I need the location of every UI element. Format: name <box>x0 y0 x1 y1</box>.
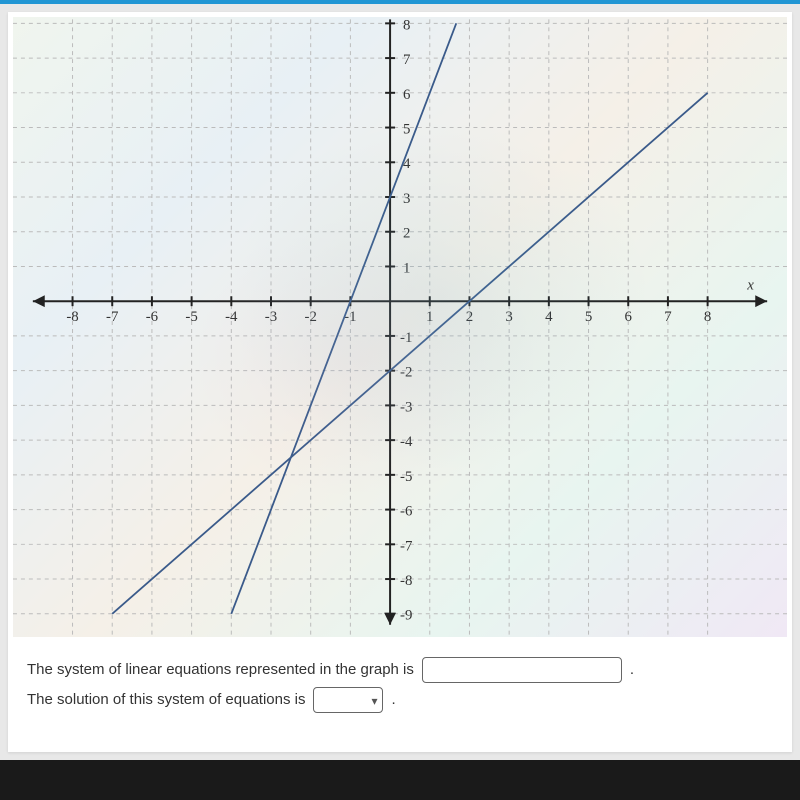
solution-select[interactable] <box>313 687 383 713</box>
svg-text:5: 5 <box>403 122 410 138</box>
svg-text:5: 5 <box>585 309 592 325</box>
svg-text:-8: -8 <box>400 573 412 589</box>
svg-text:-2: -2 <box>304 309 316 325</box>
taskbar <box>0 760 800 800</box>
svg-text:7: 7 <box>664 309 672 325</box>
svg-text:7: 7 <box>403 52 411 68</box>
svg-text:-5: -5 <box>400 469 412 485</box>
coordinate-graph: -8 -7 -6 -5 -4 -3 -2 -1 1 2 3 4 5 6 7 8 <box>13 17 787 637</box>
svg-text:2: 2 <box>466 309 473 325</box>
svg-text:1: 1 <box>426 309 433 325</box>
svg-text:6: 6 <box>403 87 410 103</box>
axes <box>33 19 767 624</box>
system-equations-input[interactable] <box>422 657 622 683</box>
svg-text:-2: -2 <box>400 365 412 381</box>
svg-text:3: 3 <box>403 191 410 207</box>
svg-text:6: 6 <box>625 309 632 325</box>
svg-text:-6: -6 <box>146 309 158 325</box>
content-panel: -8 -7 -6 -5 -4 -3 -2 -1 1 2 3 4 5 6 7 8 <box>8 12 792 752</box>
svg-text:-9: -9 <box>400 608 412 624</box>
svg-text:-5: -5 <box>185 309 197 325</box>
data-lines <box>112 23 707 613</box>
graph-svg: -8 -7 -6 -5 -4 -3 -2 -1 1 2 3 4 5 6 7 8 <box>13 17 787 637</box>
svg-text:-3: -3 <box>265 309 277 325</box>
question-line1-text: The system of linear equations represent… <box>27 655 414 685</box>
svg-text:3: 3 <box>505 309 512 325</box>
svg-text:x: x <box>746 277 754 293</box>
question-line2-suffix: . <box>391 685 395 715</box>
svg-text:-4: -4 <box>400 434 413 450</box>
svg-text:-7: -7 <box>106 309 119 325</box>
svg-text:8: 8 <box>704 309 711 325</box>
window-frame: -8 -7 -6 -5 -4 -3 -2 -1 1 2 3 4 5 6 7 8 <box>0 0 800 800</box>
tick-labels: -8 -7 -6 -5 -4 -3 -2 -1 1 2 3 4 5 6 7 8 <box>66 17 754 623</box>
svg-text:1: 1 <box>403 260 410 276</box>
svg-text:-7: -7 <box>400 538 413 554</box>
question-line1-suffix: . <box>630 655 634 685</box>
question-area: The system of linear equations represent… <box>13 637 787 723</box>
question-line2-text: The solution of this system of equations… <box>27 685 305 715</box>
svg-text:-6: -6 <box>400 504 412 520</box>
svg-text:-1: -1 <box>400 330 412 346</box>
svg-text:-3: -3 <box>400 399 412 415</box>
svg-text:-8: -8 <box>66 309 78 325</box>
svg-text:8: 8 <box>403 17 410 33</box>
svg-text:2: 2 <box>403 226 410 242</box>
svg-text:-4: -4 <box>225 309 238 325</box>
svg-text:4: 4 <box>545 309 553 325</box>
